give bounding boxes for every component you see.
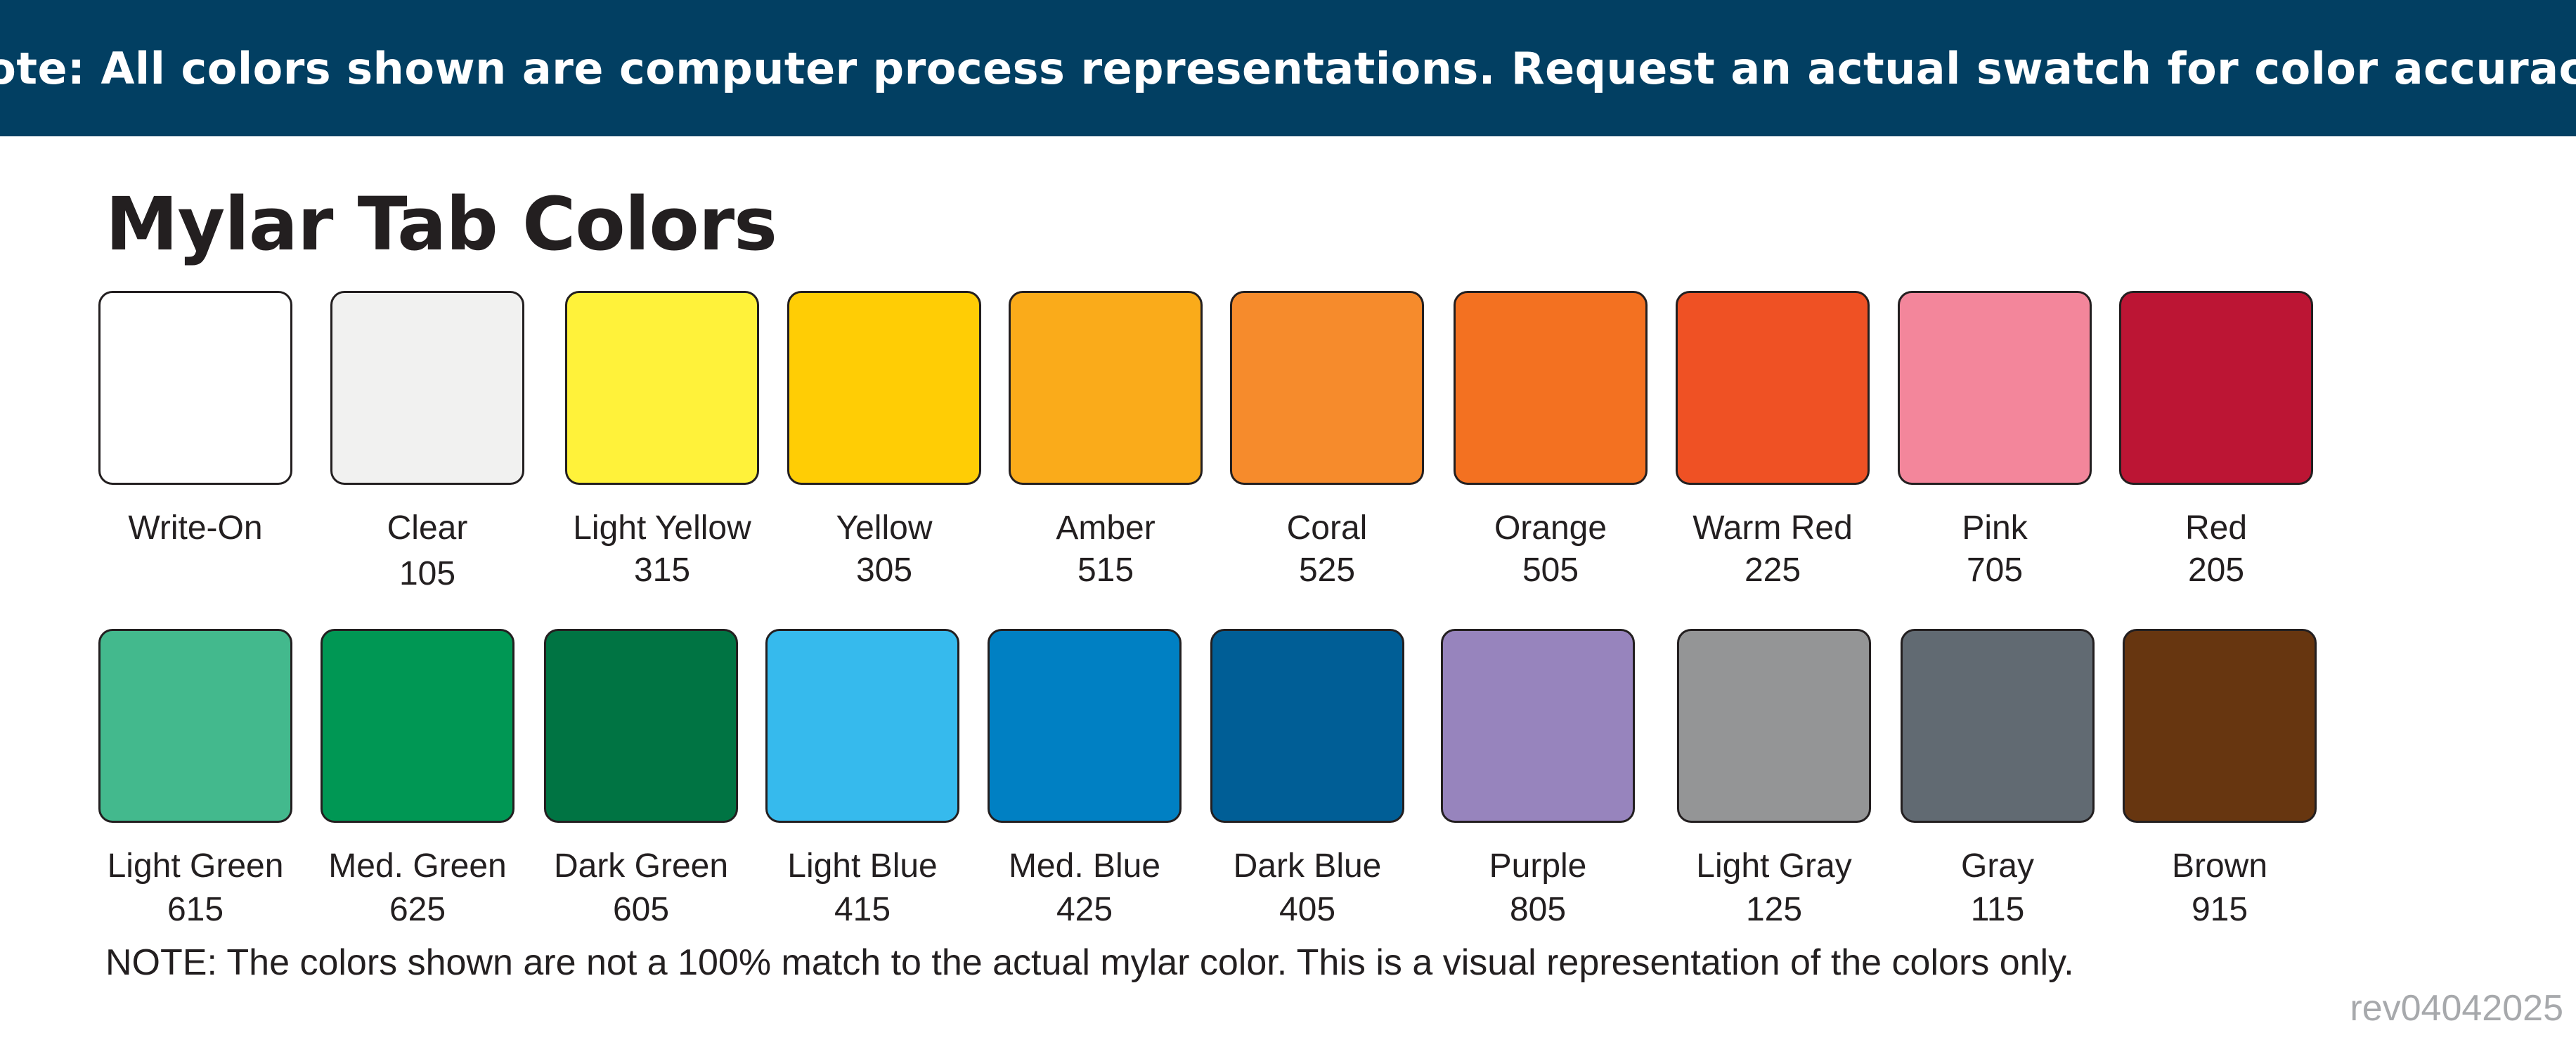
color-swatch	[544, 629, 738, 823]
color-swatch-item: Write-On	[98, 291, 292, 547]
color-swatch	[1441, 629, 1635, 823]
color-swatch	[330, 291, 524, 485]
color-swatch-item: Light Blue 415	[765, 629, 959, 928]
color-swatch-item: Warm Red 225	[1676, 291, 1870, 589]
color-swatch	[1676, 291, 1870, 485]
color-swatch-item: Dark Blue 405	[1210, 629, 1404, 928]
color-swatch	[98, 629, 292, 823]
color-swatch	[1210, 629, 1404, 823]
color-swatch-item: Med. Blue 425	[988, 629, 1182, 928]
swatch-code: 205	[2187, 552, 2245, 589]
disclaimer-text: Note: All colors shown are computer proc…	[0, 42, 2576, 94]
color-swatch	[2119, 291, 2313, 485]
color-swatch	[565, 291, 759, 485]
swatch-code: 915	[2191, 891, 2248, 928]
color-swatch-item: Amber 515	[1009, 291, 1203, 589]
color-swatch-item: Orange 505	[1454, 291, 1648, 589]
color-swatch	[988, 629, 1182, 823]
color-swatch	[765, 629, 959, 823]
color-swatch-item: Dark Green 605	[544, 629, 738, 928]
color-swatch	[1898, 291, 2092, 485]
color-swatch-item: Light Yellow 315	[565, 291, 759, 589]
color-swatch-item: Med. Green 625	[321, 629, 514, 928]
color-swatch-item: Pink 705	[1898, 291, 2092, 589]
color-swatch	[787, 291, 981, 485]
color-swatch-item: Red 205	[2119, 291, 2313, 589]
swatch-name: Red	[2185, 509, 2248, 547]
color-swatch	[1230, 291, 1424, 485]
color-swatch-item: Coral 525	[1230, 291, 1424, 589]
revision-label: rev04042025	[2350, 988, 2563, 1029]
color-swatch	[1677, 629, 1871, 823]
page-title: Mylar Tab Colors	[105, 181, 777, 267]
color-swatch-item: Purple 805	[1441, 629, 1635, 928]
color-swatch-item: Brown 915	[2123, 629, 2317, 928]
color-swatch-item: Gray 115	[1901, 629, 2095, 928]
color-swatch	[1009, 291, 1203, 485]
color-swatch-item: Yellow 305	[787, 291, 981, 589]
color-swatch-item: Light Gray 125	[1677, 629, 1871, 928]
color-swatch	[98, 291, 292, 485]
color-swatch-item: Clear 105	[330, 291, 524, 592]
color-swatch-item: Light Green 615	[98, 629, 292, 928]
color-swatch	[1901, 629, 2095, 823]
color-swatch	[1454, 291, 1648, 485]
color-swatch	[2123, 629, 2317, 823]
color-swatch	[321, 629, 514, 823]
swatch-name: Brown	[2171, 847, 2268, 885]
disclaimer-banner: Note: All colors shown are computer proc…	[0, 0, 2576, 136]
footnote: NOTE: The colors shown are not a 100% ma…	[105, 942, 2074, 983]
